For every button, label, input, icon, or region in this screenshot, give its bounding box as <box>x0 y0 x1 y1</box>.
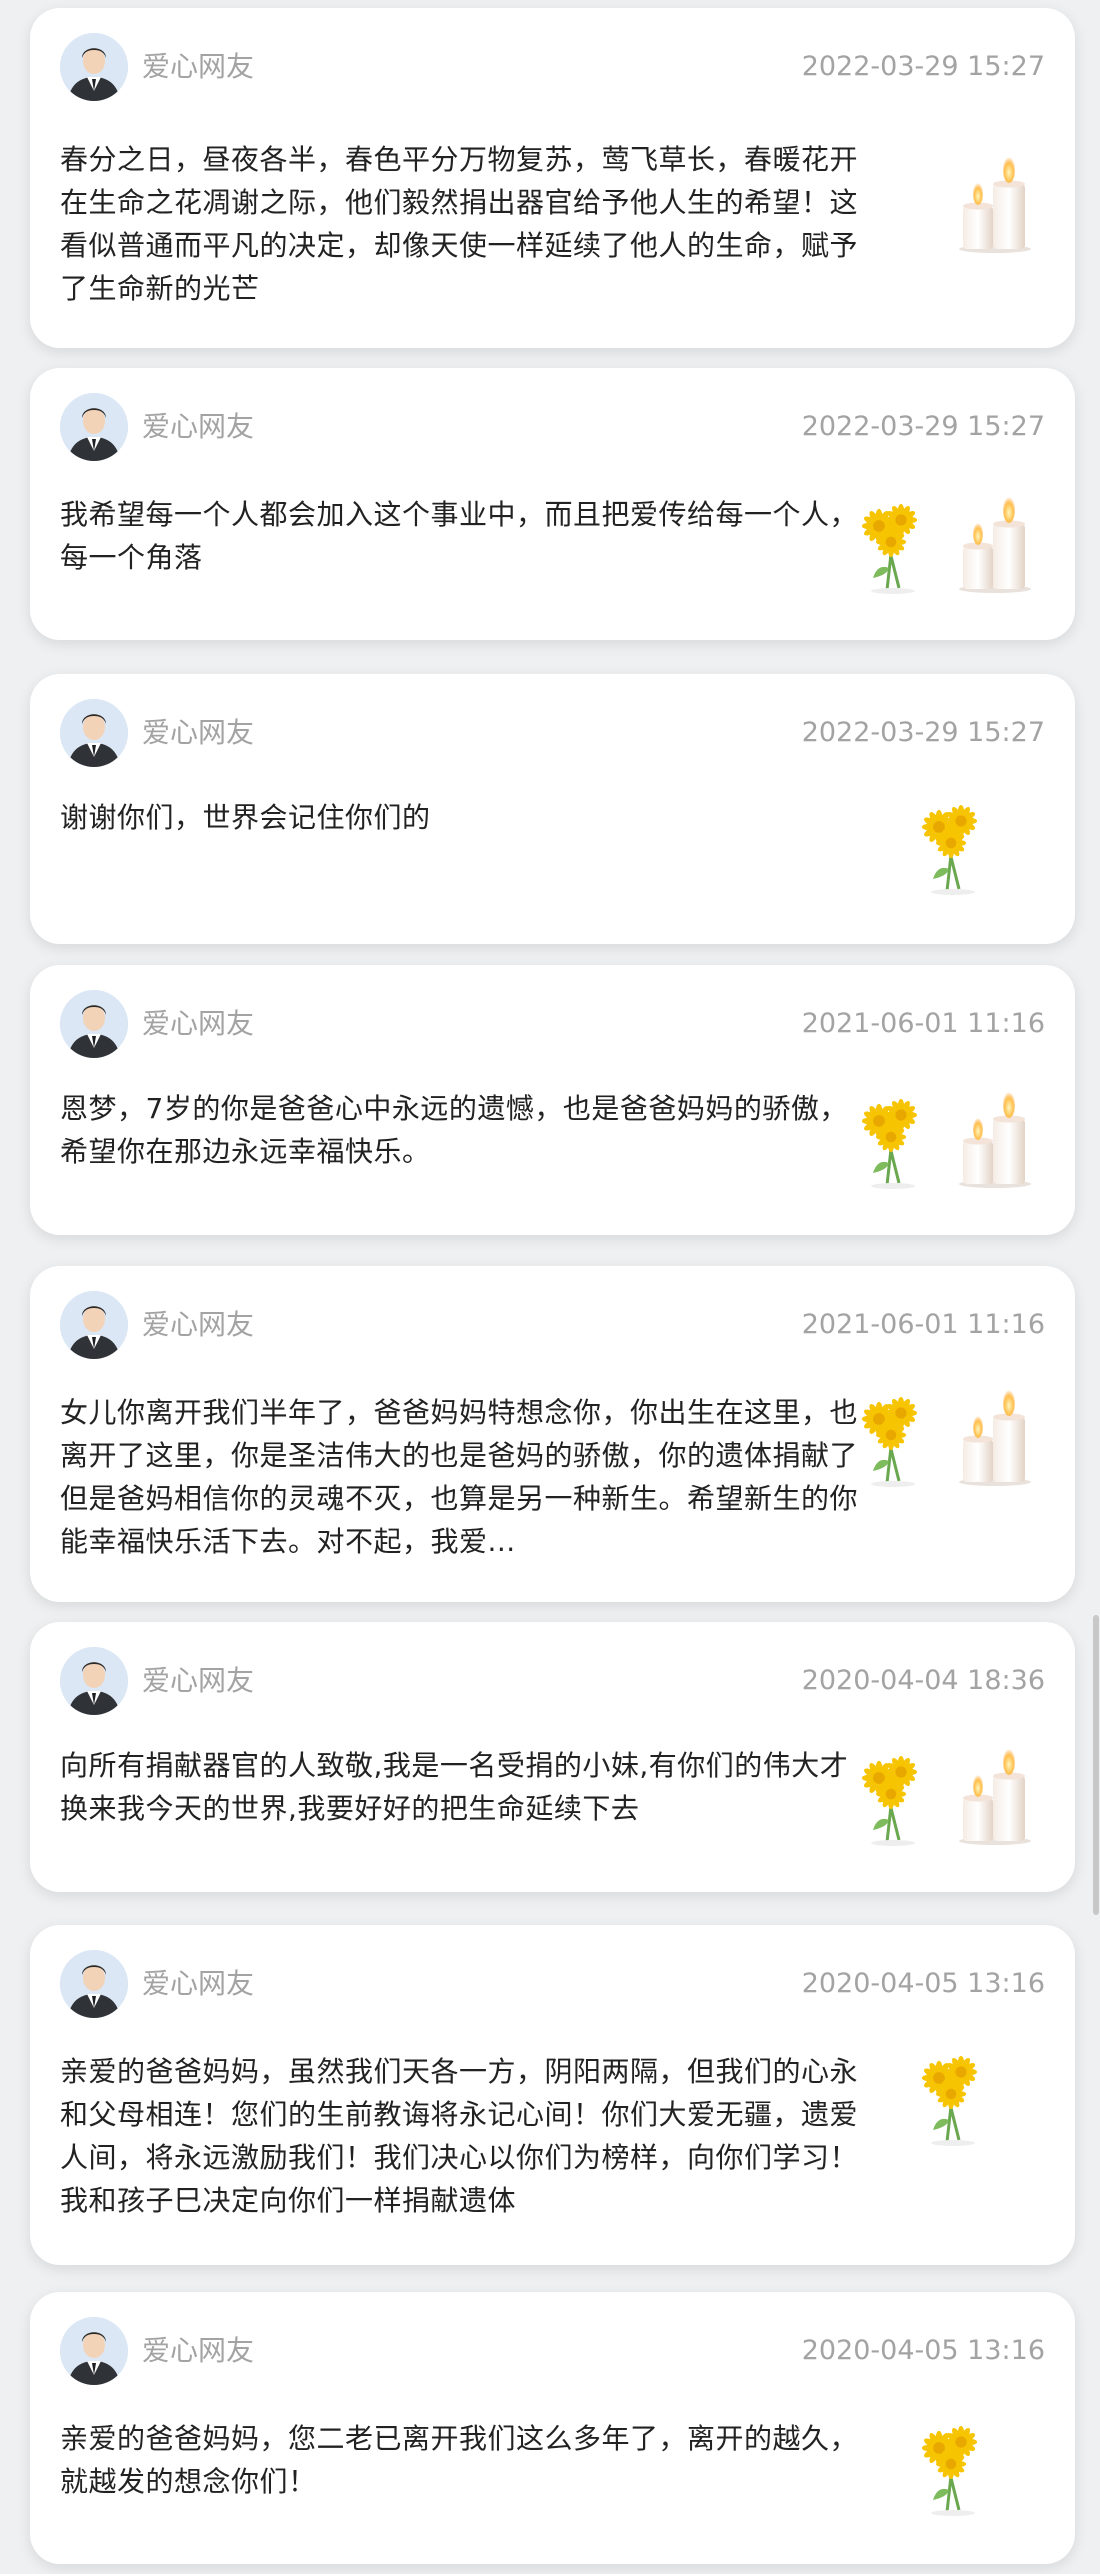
candle-icon <box>955 154 1035 258</box>
card-header: 爱心网友 2021-06-01 11:16 <box>60 1291 1045 1361</box>
username[interactable]: 爱心网友 <box>142 1966 254 2002</box>
message-text: 我希望每一个人都会加入这个事业中，而且把爱传给每一个人，每一个角落 <box>60 498 859 574</box>
message-card: 爱心网友 2022-03-29 15:27 春分之日，昼夜各半，春色平分万物复苏… <box>30 8 1075 348</box>
username[interactable]: 爱心网友 <box>142 2333 254 2369</box>
message-text: 谢谢你们，世界会记住你们的 <box>60 801 431 834</box>
gift-area <box>851 1083 1035 1193</box>
chrysanthemum-icon <box>851 1387 935 1491</box>
message-text: 恩梦，7岁的你是爸爸心中永远的遗憾，也是爸爸妈妈的骄傲，希望你在那边永远幸福快乐… <box>60 1092 848 1168</box>
timestamp: 2022-03-29 15:27 <box>801 717 1045 748</box>
candle-icon <box>955 1089 1035 1193</box>
avatar[interactable] <box>60 1647 128 1715</box>
timestamp: 2020-04-05 13:16 <box>801 1968 1045 1999</box>
timestamp: 2020-04-04 18:36 <box>801 1665 1045 1696</box>
message-card: 爱心网友 2020-04-05 13:16 亲爱的爸爸妈妈，虽然我们天各一方，阴… <box>30 1925 1075 2265</box>
message-text: 亲爱的爸爸妈妈，您二老已离开我们这么多年了，离开的越久，就越发的想念你们！ <box>60 2422 859 2498</box>
message-text: 女儿你离开我们半年了，爸爸妈妈特想念你，你出生在这里，也离开了这里，你是圣洁伟大… <box>60 1396 859 1558</box>
avatar[interactable] <box>60 990 128 1058</box>
message-card: 爱心网友 2021-06-01 11:16 恩梦，7岁的你是爸爸心中永远的遗憾，… <box>30 965 1075 1235</box>
avatar[interactable] <box>60 33 128 101</box>
timestamp: 2020-04-05 13:16 <box>801 2335 1045 2366</box>
gift-area <box>911 789 995 899</box>
chrysanthemum-icon <box>851 1089 935 1193</box>
chrysanthemum-icon <box>911 2046 995 2150</box>
gift-area <box>911 2410 995 2520</box>
candle-icon <box>955 1746 1035 1850</box>
timestamp: 2022-03-29 15:27 <box>801 411 1045 442</box>
message-text: 亲爱的爸爸妈妈，虽然我们天各一方，阴阳两隔，但我们的心永和父母相连！您们的生前教… <box>60 2055 859 2217</box>
avatar[interactable] <box>60 1291 128 1359</box>
username[interactable]: 爱心网友 <box>142 1663 254 1699</box>
gift-area <box>955 148 1035 258</box>
username[interactable]: 爱心网友 <box>142 1006 254 1042</box>
username[interactable]: 爱心网友 <box>142 1307 254 1343</box>
chrysanthemum-icon <box>911 795 995 899</box>
card-header: 爱心网友 2020-04-05 13:16 <box>60 1950 1045 2020</box>
avatar[interactable] <box>60 699 128 767</box>
message-card: 爱心网友 2021-06-01 11:16 女儿你离开我们半年了，爸爸妈妈特想念… <box>30 1266 1075 1602</box>
timestamp: 2022-03-29 15:27 <box>801 51 1045 82</box>
username[interactable]: 爱心网友 <box>142 715 254 751</box>
card-header: 爱心网友 2020-04-04 18:36 <box>60 1647 1045 1717</box>
candle-icon <box>955 494 1035 598</box>
message-card: 爱心网友 2022-03-29 15:27 我希望每一个人都会加入这个事业中，而… <box>30 368 1075 640</box>
gift-area <box>851 1381 1035 1491</box>
message-text: 春分之日，昼夜各半，春色平分万物复苏，莺飞草长，春暖花开在生命之花凋谢之际，他们… <box>60 143 859 305</box>
avatar[interactable] <box>60 2317 128 2385</box>
timestamp: 2021-06-01 11:16 <box>801 1008 1045 1039</box>
avatar[interactable] <box>60 1950 128 2018</box>
candle-icon <box>955 1387 1035 1491</box>
gift-area <box>851 1740 1035 1850</box>
message-card: 爱心网友 2020-04-05 13:16 亲爱的爸爸妈妈，您二老已离开我们这么… <box>30 2292 1075 2564</box>
gift-area <box>911 2040 995 2150</box>
message-card: 爱心网友 2022-03-29 15:27 谢谢你们，世界会记住你们的 <box>30 674 1075 944</box>
chrysanthemum-icon <box>911 2416 995 2520</box>
scrollbar[interactable] <box>1093 1615 1099 1915</box>
chrysanthemum-icon <box>851 494 935 598</box>
message-feed: 爱心网友 2022-03-29 15:27 春分之日，昼夜各半，春色平分万物复苏… <box>0 0 1100 2574</box>
message-text: 向所有捐献器官的人致敬,我是一名受捐的小妹,有你们的伟大才换来我今天的世界,我要… <box>60 1749 849 1825</box>
message-card: 爱心网友 2020-04-04 18:36 向所有捐献器官的人致敬,我是一名受捐… <box>30 1622 1075 1892</box>
card-header: 爱心网友 2022-03-29 15:27 <box>60 393 1045 463</box>
username[interactable]: 爱心网友 <box>142 409 254 445</box>
card-header: 爱心网友 2022-03-29 15:27 <box>60 699 1045 769</box>
gift-area <box>851 488 1035 598</box>
card-header: 爱心网友 2021-06-01 11:16 <box>60 990 1045 1060</box>
timestamp: 2021-06-01 11:16 <box>801 1309 1045 1340</box>
card-header: 爱心网友 2020-04-05 13:16 <box>60 2317 1045 2387</box>
username[interactable]: 爱心网友 <box>142 49 254 85</box>
avatar[interactable] <box>60 393 128 461</box>
card-header: 爱心网友 2022-03-29 15:27 <box>60 33 1045 103</box>
chrysanthemum-icon <box>851 1746 935 1850</box>
